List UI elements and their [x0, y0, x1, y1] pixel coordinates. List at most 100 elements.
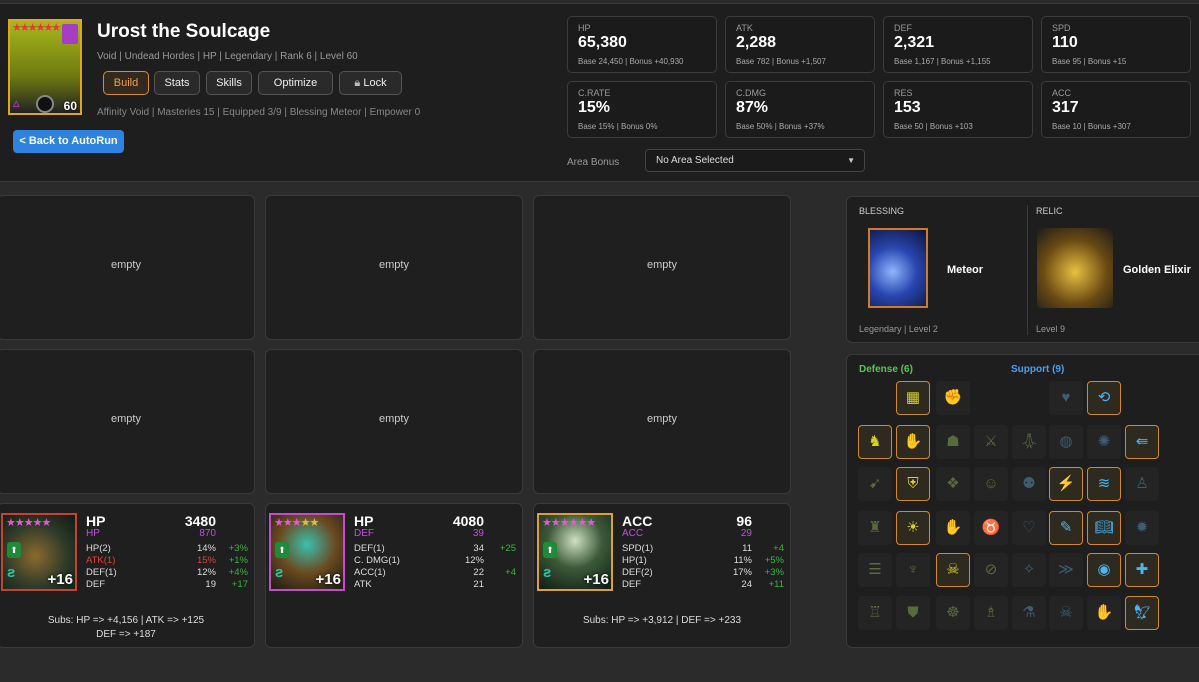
- mastery-icon[interactable]: ⚉: [1012, 467, 1046, 501]
- gear-slot-banner[interactable]: ★★★★★★ ⬆ ƨ +16 ACC 96 ACC 29 SPD(1) 11 +4 …: [533, 503, 791, 648]
- mastery-icon[interactable]: ≫: [1049, 553, 1083, 587]
- empty-label: empty: [379, 259, 409, 271]
- tab-skills[interactable]: Skills: [206, 71, 252, 95]
- mastery-icon[interactable]: ☀: [896, 511, 930, 545]
- stat-label: C.DMG: [736, 88, 766, 98]
- blessing-sub: Legendary | Level 2: [859, 324, 938, 334]
- mastery-icon[interactable]: ⚔: [974, 425, 1008, 459]
- stat-sub: Base 50% | Bonus +37%: [736, 122, 825, 131]
- void-affinity-icon: ▵: [13, 95, 20, 110]
- tab-stats[interactable]: Stats: [154, 71, 200, 95]
- defense-label: Defense (6): [859, 364, 913, 375]
- mastery-icon[interactable]: ✊: [936, 381, 970, 415]
- mastery-icon[interactable]: ⚡: [1049, 467, 1083, 501]
- mastery-icon[interactable]: 🙏︎: [1012, 425, 1046, 459]
- mastery-icon[interactable]: ✋: [896, 425, 930, 459]
- mastery-icon[interactable]: ✹: [1125, 511, 1159, 545]
- mastery-icon[interactable]: 🦅︎: [1125, 596, 1159, 630]
- mastery-icon[interactable]: ☠: [936, 553, 970, 587]
- ascend-icon: ⬆: [543, 542, 557, 558]
- mastery-icon[interactable]: ♉: [974, 511, 1008, 545]
- mastery-icon[interactable]: ⛨: [896, 467, 930, 501]
- gear-slot-ring[interactable]: ★★★★★ ⬆ ƨ +16 HP 3480 HP 870 HP(2) 14% +3%…: [0, 503, 255, 648]
- mastery-icon[interactable]: ♥: [1049, 381, 1083, 415]
- artifact-level: +16: [583, 571, 609, 588]
- area-bonus-value: No Area Selected: [656, 155, 734, 166]
- mastery-icon[interactable]: ⚗: [1012, 596, 1046, 630]
- stat-label: RES: [894, 88, 913, 98]
- artifact-stars: ★★★★★: [274, 517, 319, 529]
- mastery-icon[interactable]: ❖: [936, 467, 970, 501]
- mastery-icon[interactable]: ⊘: [974, 553, 1008, 587]
- mastery-icon[interactable]: ◉: [1087, 553, 1121, 587]
- mastery-icon[interactable]: ♆: [896, 553, 930, 587]
- mastery-icon[interactable]: ☠: [1049, 596, 1083, 630]
- mastery-icon[interactable]: ✋: [936, 511, 970, 545]
- mastery-icon[interactable]: ☺: [974, 467, 1008, 501]
- rarity-badge-icon: [62, 24, 78, 44]
- lock-label: Lock: [363, 77, 387, 89]
- lock-button[interactable]: 🔒︎ Lock: [339, 71, 402, 95]
- mastery-icon[interactable]: ⟲: [1087, 381, 1121, 415]
- mastery-icon[interactable]: ☗: [936, 425, 970, 459]
- gear-slot-empty[interactable]: empty: [533, 195, 791, 340]
- mastery-icon[interactable]: ⇚: [1125, 425, 1159, 459]
- mastery-icon[interactable]: ✎: [1049, 511, 1083, 545]
- support-label: Support (9): [1011, 364, 1065, 375]
- back-to-autorun-button[interactable]: < Back to AutoRun: [13, 130, 124, 153]
- lock-icon: 🔒︎: [354, 77, 361, 89]
- area-bonus-select[interactable]: No Area Selected ▼: [645, 149, 865, 172]
- substat-row: DEF(1) 34 +25: [354, 543, 516, 554]
- empty-label: empty: [379, 413, 409, 425]
- relic-sub: Level 9: [1036, 324, 1066, 334]
- meteor-blessing-icon[interactable]: [868, 228, 928, 308]
- mastery-icon[interactable]: ▦: [896, 381, 930, 415]
- stat-sub: Base 15% | Bonus 0%: [578, 122, 658, 131]
- stat-value: 87%: [736, 99, 769, 116]
- mastery-icon[interactable]: ✚: [1125, 553, 1159, 587]
- mastery-icon[interactable]: ♜: [858, 511, 892, 545]
- mastery-icon[interactable]: 📖︎: [1087, 511, 1121, 545]
- mastery-icon[interactable]: ✺: [1087, 425, 1121, 459]
- gear-slot-empty[interactable]: empty: [0, 349, 255, 494]
- gear-slot-empty[interactable]: empty: [0, 195, 255, 340]
- golden-elixir-relic-icon[interactable]: [1037, 228, 1113, 308]
- mastery-icon[interactable]: ≋: [1087, 467, 1121, 501]
- substat-row: HP(1) 11% +5%: [622, 555, 784, 566]
- mastery-icon[interactable]: ➹: [858, 467, 892, 501]
- hero-level: 60: [63, 99, 77, 113]
- mastery-icon[interactable]: ⛊: [896, 596, 930, 630]
- mastery-icon[interactable]: ☸: [936, 596, 970, 630]
- stat-card-acc: ACC 317 Base 10 | Bonus +307: [1041, 81, 1191, 138]
- mastery-icon[interactable]: ✋: [1087, 596, 1121, 630]
- amulet-artifact-icon: ★★★★★ ⬆ ƨ +16: [269, 513, 345, 591]
- set-icon: ƨ: [7, 564, 16, 581]
- mastery-icon[interactable]: ☰: [858, 553, 892, 587]
- rank-icon: [36, 95, 54, 113]
- stat-value: 2,288: [736, 34, 777, 51]
- stat-value: 15%: [578, 99, 611, 116]
- stat-card-crate: C.RATE 15% Base 15% | Bonus 0%: [567, 81, 717, 138]
- artifact-level: +16: [315, 571, 341, 588]
- gear-slot-empty[interactable]: empty: [265, 195, 523, 340]
- mastery-icon[interactable]: ✧: [1012, 553, 1046, 587]
- gear-slot-empty[interactable]: empty: [533, 349, 791, 494]
- mastery-icon[interactable]: ♙: [1125, 467, 1159, 501]
- stat-card-atk: ATK 2,288 Base 782 | Bonus +1,507: [725, 16, 875, 73]
- mastery-icon[interactable]: ♗: [974, 596, 1008, 630]
- mastery-icon[interactable]: ♡: [1012, 511, 1046, 545]
- blessing-header: BLESSING: [859, 206, 905, 216]
- mastery-icon[interactable]: ♞: [858, 425, 892, 459]
- gear-slot-amulet[interactable]: ★★★★★ ⬆ ƨ +16 HP 4080 DEF 39 DEF(1) 34 +25…: [265, 503, 523, 648]
- hero-portrait: ★★★★★★ ▵ 60: [8, 19, 82, 115]
- mastery-icon[interactable]: ◍: [1049, 425, 1083, 459]
- stat-value: 2,321: [894, 34, 935, 51]
- substat-row: ATK(1) 15% +1%: [86, 555, 248, 566]
- substat-row: DEF(1) 12% +4%: [86, 567, 248, 578]
- tab-optimize[interactable]: Optimize: [258, 71, 333, 95]
- tab-build[interactable]: Build: [103, 71, 149, 95]
- stat-card-res: RES 153 Base 50 | Bonus +103: [883, 81, 1033, 138]
- stat-card-spd: SPD 110 Base 95 | Bonus +15: [1041, 16, 1191, 73]
- gear-slot-empty[interactable]: empty: [265, 349, 523, 494]
- mastery-icon[interactable]: ♖: [858, 596, 892, 630]
